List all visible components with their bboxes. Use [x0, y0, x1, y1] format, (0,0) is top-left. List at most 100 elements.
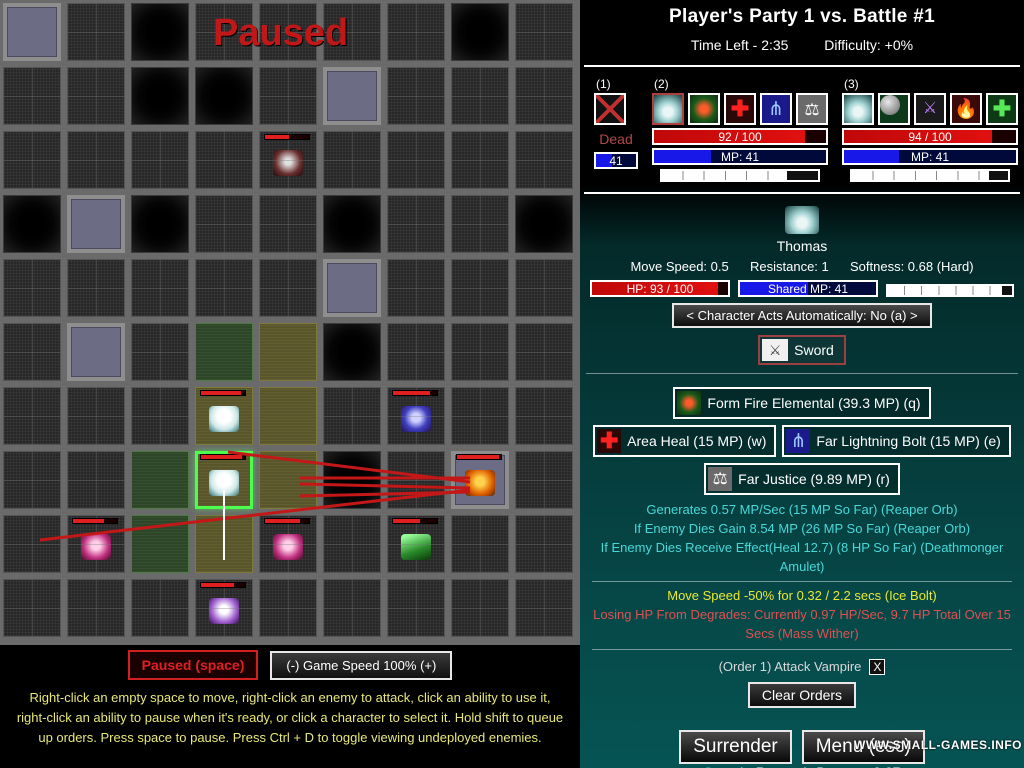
portrait-icon[interactable] [594, 93, 626, 125]
grid-tile-floor[interactable] [64, 256, 128, 320]
grid-tile-floor[interactable] [256, 256, 320, 320]
grid-tile-green[interactable] [192, 320, 256, 384]
grid-tile-floor[interactable] [0, 448, 64, 512]
grid-tile-olive[interactable] [192, 448, 256, 512]
ability-button[interactable]: ✚ Area Heal (15 MP) (w) [593, 425, 777, 457]
grid-tile-floor[interactable] [448, 320, 512, 384]
grid-tile-wall[interactable] [448, 448, 512, 512]
grid-tile-floor[interactable] [0, 512, 64, 576]
gray-orb-icon[interactable] [878, 93, 910, 125]
grid-tile-green[interactable] [128, 512, 192, 576]
grid-tile-floor[interactable] [448, 384, 512, 448]
party-member-1[interactable]: (1) Dead 41 [594, 77, 638, 169]
grid-tile-floor[interactable] [192, 256, 256, 320]
grid-tile-void[interactable] [0, 192, 64, 256]
grid-tile-void[interactable] [448, 0, 512, 64]
fire-elemental-icon[interactable] [688, 93, 720, 125]
grid-tile-floor[interactable] [192, 128, 256, 192]
grid-tile-floor[interactable] [448, 256, 512, 320]
grid-tile-olive[interactable] [256, 320, 320, 384]
grid-tile-wall[interactable] [64, 320, 128, 384]
grid-tile-floor[interactable] [0, 128, 64, 192]
grid-tile-floor[interactable] [64, 128, 128, 192]
grid-tile-void[interactable] [512, 192, 576, 256]
green-cross-icon[interactable]: ✚ [986, 93, 1018, 125]
grid-tile-floor[interactable] [384, 64, 448, 128]
grid-tile-floor[interactable] [64, 0, 128, 64]
grid-tile-floor[interactable] [192, 576, 256, 640]
grid-tile-floor[interactable] [384, 512, 448, 576]
grid-tile-floor[interactable] [320, 512, 384, 576]
grid-tile-wall[interactable] [320, 64, 384, 128]
grid-tile-floor[interactable] [320, 128, 384, 192]
grid-tile-void[interactable] [320, 448, 384, 512]
portrait-icon[interactable] [842, 93, 874, 125]
grid-tile-floor[interactable] [448, 576, 512, 640]
grid-tile-floor[interactable] [192, 192, 256, 256]
grid-tile-floor[interactable] [64, 448, 128, 512]
grid-tile-olive[interactable] [192, 384, 256, 448]
grid-tile-floor[interactable] [384, 448, 448, 512]
grid-tile-floor[interactable] [512, 384, 576, 448]
grid-tile-floor[interactable] [384, 256, 448, 320]
grid-tile-floor[interactable] [256, 512, 320, 576]
grid-tile-floor[interactable] [256, 576, 320, 640]
grid-tile-olive[interactable] [256, 448, 320, 512]
grid-tile-floor[interactable] [128, 128, 192, 192]
game-speed-button[interactable]: (-) Game Speed 100% (+) [270, 650, 453, 680]
grid-tile-floor[interactable] [256, 192, 320, 256]
grid-tile-floor[interactable] [384, 128, 448, 192]
clear-orders-button[interactable]: Clear Orders [747, 681, 857, 708]
grid-tile-floor[interactable] [512, 448, 576, 512]
grid-tile-floor[interactable] [64, 64, 128, 128]
grid-tile-floor[interactable] [512, 64, 576, 128]
grid-tile-floor[interactable] [0, 64, 64, 128]
grid-tile-void[interactable] [128, 64, 192, 128]
grid-tile-floor[interactable] [448, 192, 512, 256]
grid-tile-floor[interactable] [256, 128, 320, 192]
grid-tile-wall[interactable] [320, 256, 384, 320]
grid-tile-olive[interactable] [192, 512, 256, 576]
party-member-2[interactable]: (2) ✚ ⋔ ⚖ 92 / 100 MP: 41 [652, 77, 828, 182]
grid-tile-floor[interactable] [64, 576, 128, 640]
grid-tile-floor[interactable] [320, 576, 384, 640]
grid-tile-floor[interactable] [128, 320, 192, 384]
grid-tile-floor[interactable] [128, 256, 192, 320]
grid-tile-floor[interactable] [512, 576, 576, 640]
pause-toggle-button[interactable]: Paused (space) [127, 650, 259, 680]
grid-tile-floor[interactable] [512, 512, 576, 576]
grid-tile-floor[interactable] [512, 0, 576, 64]
ability-button[interactable]: ⚖ Far Justice (9.89 MP) (r) [704, 463, 900, 495]
grid-tile-wall[interactable] [64, 192, 128, 256]
grid-tile-floor[interactable] [64, 384, 128, 448]
grid-tile-floor[interactable] [384, 192, 448, 256]
grid-tile-floor[interactable] [384, 576, 448, 640]
grid-tile-floor[interactable] [512, 256, 576, 320]
fire-icon[interactable]: 🔥 [950, 93, 982, 125]
grid-tile-floor[interactable] [128, 576, 192, 640]
grid-tile-void[interactable] [320, 192, 384, 256]
grid-tile-floor[interactable] [320, 384, 384, 448]
grid-tile-floor[interactable] [256, 64, 320, 128]
grid-tile-void[interactable] [192, 64, 256, 128]
grid-tile-void[interactable] [128, 192, 192, 256]
grid-tile-void[interactable] [320, 320, 384, 384]
grid-tile-floor[interactable] [128, 384, 192, 448]
ability-button[interactable]: ⋔ Far Lightning Bolt (15 MP) (e) [782, 425, 1011, 457]
party-member-3[interactable]: (3) ⚔ 🔥 ✚ 94 / 100 MP: 41 [842, 77, 1018, 182]
grid-tile-void[interactable] [128, 0, 192, 64]
grid-tile-floor[interactable] [0, 320, 64, 384]
grid-tile-floor[interactable] [512, 320, 576, 384]
grid-tile-floor[interactable] [448, 64, 512, 128]
grid-tile-floor[interactable] [0, 576, 64, 640]
grid-tile-floor[interactable] [384, 320, 448, 384]
ability-button[interactable]: Form Fire Elemental (39.3 MP) (q) [673, 387, 931, 419]
grid-tile-green[interactable] [128, 448, 192, 512]
grid-tile-wall[interactable] [0, 0, 64, 64]
battle-grid[interactable] [0, 0, 580, 645]
grid-tile-floor[interactable] [448, 128, 512, 192]
cancel-order-icon[interactable]: X [869, 658, 886, 675]
weapon-select-button[interactable]: ⚔ Sword [758, 335, 846, 365]
justice-scales-icon[interactable]: ⚖ [796, 93, 828, 125]
auto-act-toggle-button[interactable]: < Character Acts Automatically: No (a) > [672, 303, 932, 328]
